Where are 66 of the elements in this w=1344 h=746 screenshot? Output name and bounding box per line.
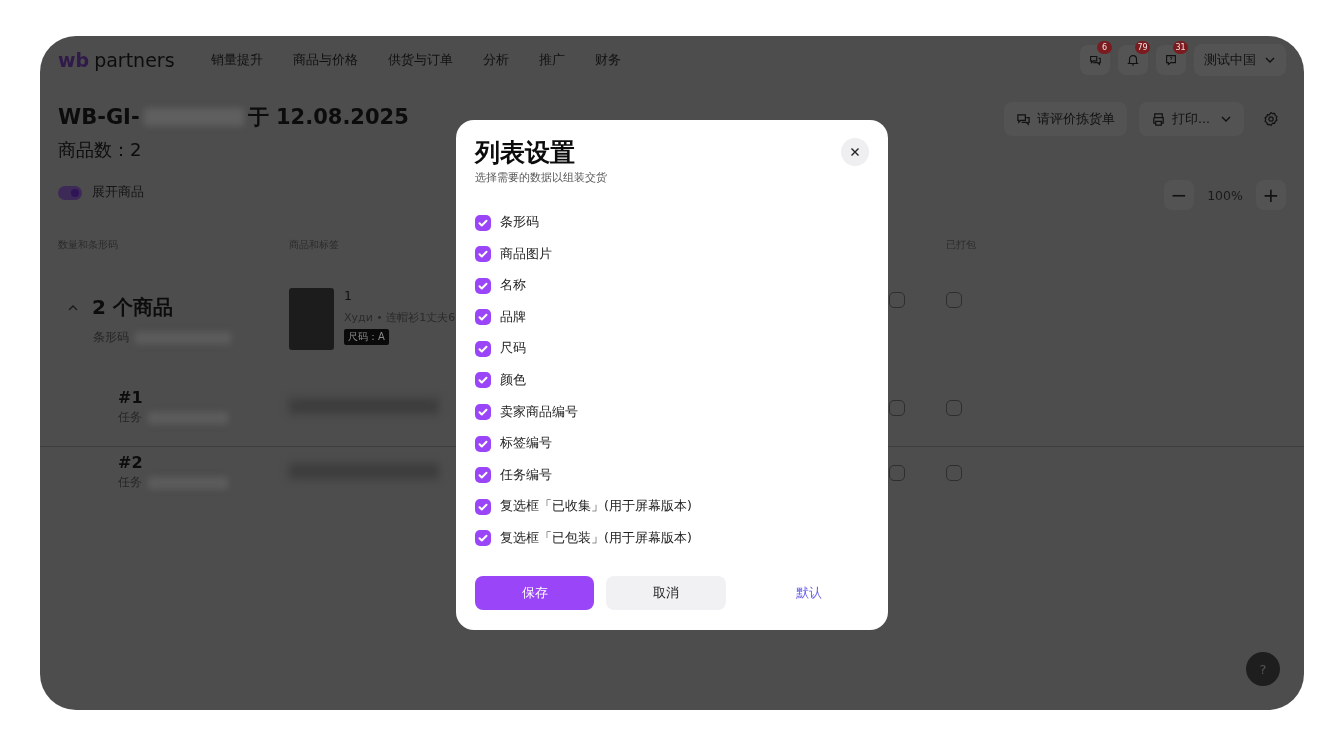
checkbox[interactable] — [475, 530, 491, 547]
option-label: 颜色 — [500, 371, 526, 389]
document-id-prefix: WB-GI- — [58, 105, 140, 129]
checkbox[interactable] — [946, 465, 962, 481]
checkbox[interactable] — [475, 309, 491, 326]
option-label: 商品图片 — [500, 245, 552, 263]
nav-link[interactable]: 推广 — [538, 51, 565, 69]
help-chat-icon — [1164, 53, 1178, 67]
checkbox[interactable] — [889, 292, 905, 308]
nav-link[interactable]: 供货与订单 — [387, 51, 453, 69]
checkbox[interactable] — [889, 400, 905, 416]
item-number: #2 — [117, 453, 144, 472]
quantity: 1 — [344, 288, 353, 303]
option-label: 卖家商品编号 — [500, 403, 578, 421]
nav-link[interactable]: 分析 — [482, 51, 509, 69]
checkbox[interactable] — [475, 372, 491, 389]
notification-badge: 31 — [1173, 41, 1188, 54]
checkbox[interactable] — [946, 400, 962, 416]
checkbox[interactable] — [946, 292, 962, 308]
option-label: 名称 — [500, 277, 526, 295]
option-label: 复选框「已收集」(用于屏幕版本) — [500, 498, 692, 516]
item-count: 商品数：2 — [58, 138, 142, 162]
size-tag: 尺码：A — [344, 329, 389, 345]
option-label: 尺码 — [500, 340, 526, 358]
notification-badge: 6 — [1097, 41, 1112, 54]
close-button[interactable] — [841, 138, 869, 166]
checkbox[interactable] — [475, 498, 491, 515]
group-title: 2 个商品 — [92, 294, 173, 321]
help-button[interactable]: ? — [1246, 652, 1280, 686]
checkbox[interactable] — [475, 277, 491, 294]
option-label: 任务编号 — [500, 466, 552, 484]
zoom-out-button[interactable]: − — [1164, 180, 1194, 210]
bell-icon — [1126, 53, 1140, 67]
printer-icon — [1151, 111, 1167, 127]
option-label: 条形码 — [500, 214, 539, 231]
checkbox[interactable] — [475, 246, 491, 263]
settings-icon — [1263, 111, 1279, 127]
account-menu[interactable]: 测试中国 — [1194, 44, 1286, 76]
logo-text: partners — [94, 49, 175, 71]
nav-link[interactable]: 商品与价格 — [292, 51, 358, 69]
option-label: 品牌 — [500, 308, 526, 326]
dialog-title: 列表设置 — [475, 137, 575, 169]
checkbox[interactable] — [475, 340, 491, 357]
document-date: 于 12.08.2025 — [247, 104, 409, 131]
option-label: 标签编号 — [500, 435, 552, 453]
checkbox[interactable] — [475, 404, 491, 421]
save-button[interactable]: 保存 — [475, 576, 595, 610]
chat-icon — [1088, 53, 1102, 67]
item-number: #1 — [117, 388, 144, 407]
checkbox[interactable] — [475, 435, 491, 452]
chat-icon — [1016, 111, 1032, 127]
nav-link[interactable]: 财务 — [594, 51, 621, 69]
print-button[interactable]: 打印... — [1139, 102, 1244, 136]
toggle-switch[interactable] — [58, 185, 82, 200]
photo-placeholder — [289, 288, 334, 350]
checkbox[interactable] — [475, 467, 491, 484]
checkbox[interactable] — [889, 465, 905, 481]
close-icon — [850, 147, 860, 157]
default-button[interactable]: 默认 — [749, 576, 869, 610]
review-button[interactable]: 请评价拣货单 — [1004, 102, 1128, 136]
zoom-in-button[interactable]: + — [1256, 180, 1286, 210]
notification-badge: 79 — [1135, 41, 1150, 54]
checkbox[interactable] — [475, 214, 491, 231]
cancel-button[interactable]: 取消 — [606, 576, 726, 610]
dialog-subtitle: 选择需要的数据以组装交货 — [475, 170, 608, 185]
option-label: 复选框「已包装」(用于屏幕版本) — [500, 529, 692, 547]
